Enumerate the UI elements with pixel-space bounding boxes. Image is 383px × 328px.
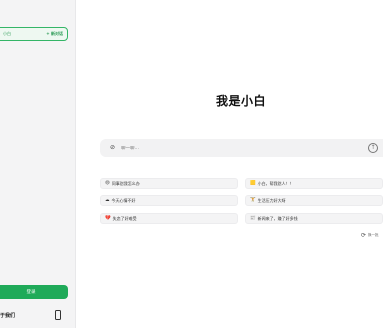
phone-icon[interactable] (55, 310, 61, 320)
suggestion-icon: 😄 (105, 181, 110, 186)
suggestion-label: 生活压力好大呀 (257, 197, 286, 203)
about-us-link[interactable]: 于我们 (0, 312, 15, 319)
sidebar: 小白 + 新对话 登录 于我们 (0, 0, 76, 328)
refresh-suggestions-button[interactable]: ⟳ 换一批 (361, 232, 379, 239)
suggestion-chip[interactable]: ☁ 今天心情不好 (100, 195, 238, 206)
send-icon[interactable]: ↑ (368, 143, 378, 153)
current-chat-item[interactable]: 小白 + 新对话 (0, 27, 68, 41)
suggestion-icon: 🏋 (250, 198, 256, 203)
suggestion-chip[interactable]: 🟨 小白，帮我怼人！！ (245, 178, 383, 189)
current-chat-name: 小白 (3, 31, 11, 36)
refresh-icon: ⟳ (361, 232, 367, 239)
suggestion-label: 新闻来了，赚了好多钱 (257, 215, 298, 221)
page-title: 我是小白 (216, 94, 267, 108)
suggestion-icon: 📰 (250, 216, 256, 221)
chat-input-box[interactable]: ⊘ (100, 139, 383, 157)
suggestion-label: 小白，帮我怼人！！ (257, 180, 294, 186)
login-button[interactable]: 登录 (0, 285, 68, 299)
attachment-icon[interactable]: ⊘ (110, 145, 116, 151)
suggestion-label: 同事怼我怎么办 (111, 180, 140, 186)
suggestion-icon: 💔 (105, 216, 111, 221)
suggestion-icon: 🟨 (250, 181, 256, 186)
suggestion-label: 失恋了好难受 (112, 215, 137, 221)
new-chat-button[interactable]: + 新对话 (46, 31, 63, 37)
suggestion-chip[interactable]: 💔 失恋了好难受 (100, 213, 238, 224)
suggestion-chip[interactable]: 📰 新闻来了，赚了好多钱 (245, 213, 383, 224)
chat-input[interactable] (121, 145, 321, 151)
suggestion-chip[interactable]: 😄 同事怼我怎么办 (100, 178, 238, 189)
suggestion-label: 今天心情不好 (111, 197, 136, 203)
refresh-label: 换一批 (368, 233, 379, 237)
suggestion-icon: ☁ (105, 198, 110, 203)
suggestion-chip[interactable]: 🏋 生活压力好大呀 (245, 195, 383, 206)
